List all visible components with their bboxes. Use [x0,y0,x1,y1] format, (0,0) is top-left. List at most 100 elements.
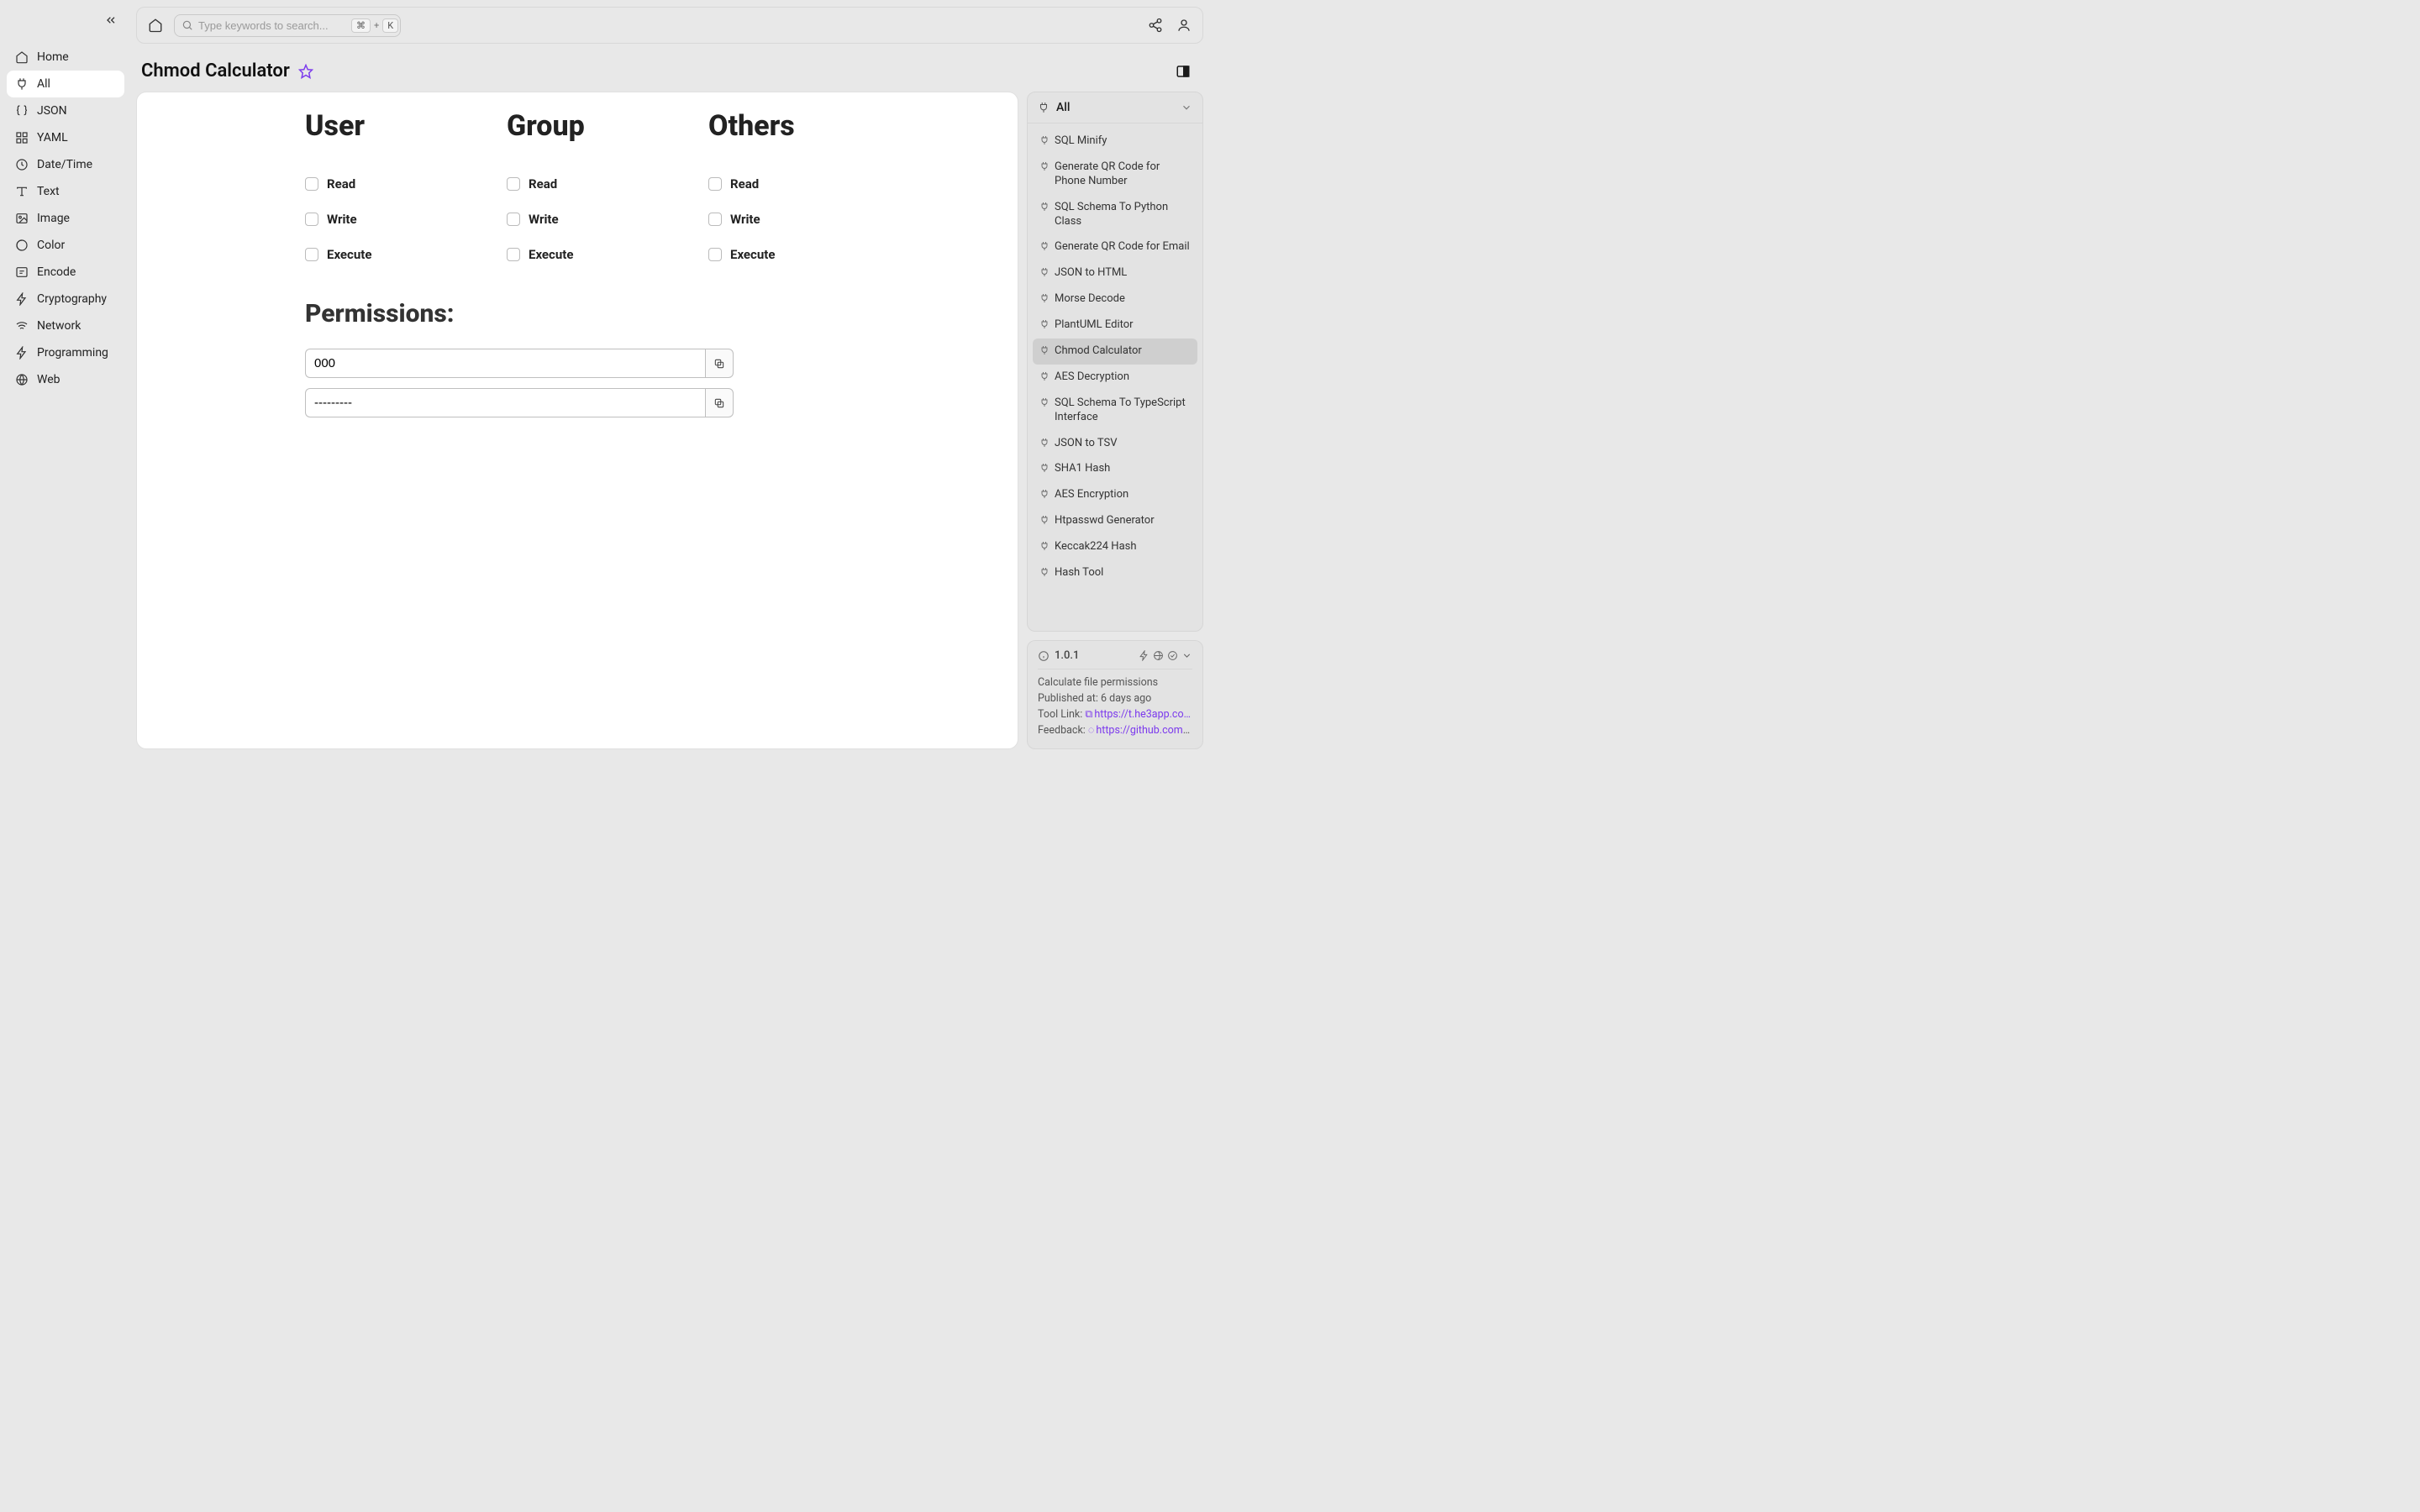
group-execute-checkbox[interactable]: Execute [507,247,658,262]
check-icon [1167,650,1178,661]
tool-list-item[interactable]: Keccak224 Hash [1033,534,1197,560]
sidebar-item-home[interactable]: Home [7,44,124,71]
sidebar-item-image[interactable]: Image [7,205,124,232]
plug-icon [1039,371,1050,381]
feedback-link[interactable]: https://github.com/… [1096,724,1192,737]
tool-list-item[interactable]: JSON to HTML [1033,260,1197,286]
tool-list-item[interactable]: PlantUML Editor [1033,312,1197,339]
toggle-right-panel-button[interactable] [1175,63,1192,80]
tool-list-item[interactable]: Hash Tool [1033,560,1197,586]
tool-list-item[interactable]: AES Decryption [1033,365,1197,391]
chevron-down-icon[interactable] [1181,650,1192,661]
favorite-button[interactable] [298,64,313,79]
checkbox-icon [507,177,520,191]
copy-octal-button[interactable] [705,349,734,378]
user-read-checkbox[interactable]: Read [305,176,456,192]
plug-icon [1038,102,1050,113]
tool-item-label: AES Decryption [1055,370,1129,385]
home-icon [15,50,29,64]
sidebar-item-programming[interactable]: Programming [7,339,124,366]
tool-list-item[interactable]: JSON to TSV [1033,431,1197,457]
checkbox-icon [305,177,318,191]
sidebar-item-label: YAML [37,131,68,144]
sidebar-item-datetime[interactable]: Date/Time [7,151,124,178]
others-read-checkbox[interactable]: Read [708,176,860,192]
tool-list-item[interactable]: Chmod Calculator [1033,339,1197,365]
tool-list-item[interactable]: Generate QR Code for Phone Number [1033,155,1197,195]
image-icon [15,212,29,225]
home-button[interactable] [145,15,166,35]
tool-item-label: JSON to TSV [1055,437,1118,451]
tool-item-label: JSON to HTML [1055,266,1127,281]
sidebar-item-network[interactable]: Network [7,312,124,339]
checkbox-icon [507,248,520,261]
tool-item-label: Generate QR Code for Email [1055,240,1190,255]
right-panel: All SQL Minify Generate QR Code for Phone… [1027,92,1203,749]
collapse-sidebar-button[interactable] [103,12,119,29]
published-line: Published at: 6 days ago [1038,692,1192,705]
user-write-checkbox[interactable]: Write [305,212,456,227]
plug-icon [1039,463,1050,473]
sidebar-item-label: Image [37,212,70,225]
others-execute-checkbox[interactable]: Execute [708,247,860,262]
plug-icon [1039,489,1050,499]
sidebar-item-color[interactable]: Color [7,232,124,259]
sidebar-item-all[interactable]: All [7,71,124,97]
tool-list-panel: All SQL Minify Generate QR Code for Phone… [1027,92,1203,632]
tool-list-item[interactable]: Morse Decode [1033,286,1197,312]
plug-icon [1039,319,1050,329]
category-sidebar: Home All JSON YAML Date/Time Text [0,0,131,756]
permissions-heading: Permissions: [305,299,992,328]
search-box[interactable]: ⌘ + K [174,14,401,37]
symbolic-output[interactable] [305,388,705,417]
sidebar-item-label: Web [37,373,60,386]
sidebar-item-label: Date/Time [37,158,92,171]
tool-list-item[interactable]: SQL Minify [1033,129,1197,155]
grid-icon [15,131,29,144]
copy-symbolic-button[interactable] [705,388,734,417]
header-row: Chmod Calculator [136,50,1203,85]
group-write-checkbox[interactable]: Write [507,212,658,227]
others-heading: Others [708,109,860,143]
sidebar-item-web[interactable]: Web [7,366,124,393]
octal-output[interactable] [305,349,705,378]
sidebar-item-text[interactable]: Text [7,178,124,205]
tool-item-label: SHA1 Hash [1055,462,1110,476]
user-button[interactable] [1174,15,1194,35]
group-read-checkbox[interactable]: Read [507,176,658,192]
sidebar-item-yaml[interactable]: YAML [7,124,124,151]
tool-list-item[interactable]: Htpasswd Generator [1033,508,1197,534]
tool-list-item[interactable]: SQL Schema To TypeScript Interface [1033,391,1197,431]
search-input[interactable] [198,19,346,32]
user-execute-checkbox[interactable]: Execute [305,247,456,262]
sidebar-item-json[interactable]: JSON [7,97,124,124]
text-icon [15,185,29,198]
tool-link[interactable]: https://t.he3app.co… [1094,708,1191,721]
tool-item-label: SQL Minify [1055,134,1107,149]
tool-description: Calculate file permissions [1038,676,1192,689]
sidebar-item-encode[interactable]: Encode [7,259,124,286]
tool-item-label: PlantUML Editor [1055,318,1134,333]
plug-icon [1039,241,1050,251]
checkbox-icon [305,248,318,261]
tool-list-item[interactable]: SQL Schema To Python Class [1033,195,1197,235]
tool-list-item[interactable]: AES Encryption [1033,482,1197,508]
tool-list[interactable]: SQL Minify Generate QR Code for Phone Num… [1028,123,1202,631]
tool-item-label: Chmod Calculator [1055,344,1142,359]
sidebar-item-cryptography[interactable]: Cryptography [7,286,124,312]
plug-icon [1039,293,1050,303]
sidebar-item-label: JSON [37,104,67,118]
share-button[interactable] [1145,15,1165,35]
plug-icon [15,77,29,91]
tool-list-item[interactable]: Generate QR Code for Email [1033,234,1197,260]
plug-icon [1039,161,1050,171]
plug-icon [1039,567,1050,577]
others-write-checkbox[interactable]: Write [708,212,860,227]
bolt-icon [15,292,29,306]
version-label: 1.0.1 [1055,649,1079,662]
link-icon: ◌ [1088,724,1094,737]
category-selector[interactable]: All [1028,92,1202,123]
plug-icon [1039,135,1050,145]
tool-list-item[interactable]: SHA1 Hash [1033,456,1197,482]
plug-icon [1039,541,1050,551]
